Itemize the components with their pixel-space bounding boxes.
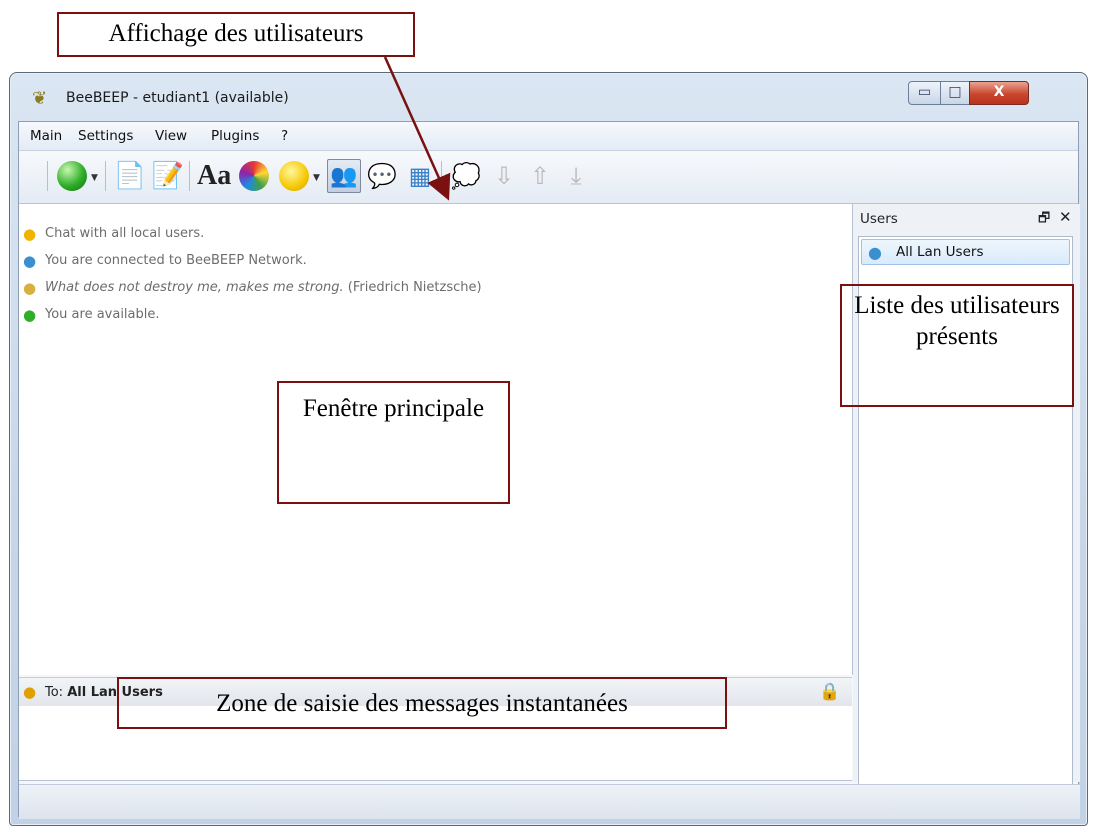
globe-icon: ● bbox=[23, 252, 37, 270]
edit-icon[interactable]: 📝 bbox=[151, 159, 185, 193]
dock-float-icon[interactable]: 🗗 bbox=[1038, 209, 1050, 231]
dock-close-icon[interactable]: ✕ bbox=[1059, 208, 1072, 226]
maximize-button[interactable]: □ bbox=[940, 81, 970, 105]
chat-bubble-icon: ● bbox=[23, 225, 37, 243]
chat-bubble-icon: ● bbox=[23, 683, 37, 701]
check-download-icon[interactable]: ⤓ bbox=[559, 159, 593, 193]
annotation-main-window: Fenêtre principale bbox=[277, 381, 510, 504]
annotation-users-list: Liste des utilisateurs présents bbox=[840, 284, 1074, 407]
quote-author: (Friedrich Nietzsche) bbox=[347, 280, 482, 295]
chat-line-text: Chat with all local users. bbox=[45, 226, 205, 241]
send-file-icon[interactable]: 📄 bbox=[113, 159, 147, 193]
green-dot-icon: ● bbox=[23, 306, 37, 324]
download-icon[interactable]: ⇩ bbox=[487, 159, 521, 193]
toolbar-separator bbox=[105, 161, 106, 191]
emoticon-dropdown-icon[interactable]: ▼ bbox=[313, 173, 320, 183]
menu-help[interactable]: ? bbox=[281, 128, 288, 144]
status-dropdown-icon[interactable]: ▼ bbox=[91, 173, 98, 183]
quote-text: What does not destroy me, makes me stron… bbox=[45, 280, 344, 295]
quote-icon[interactable]: 💭 bbox=[449, 159, 483, 193]
menu-view[interactable]: View bbox=[155, 128, 187, 144]
annotation-users-button: Affichage des utilisateurs bbox=[57, 12, 415, 57]
bee-app-icon: ❦ bbox=[32, 88, 48, 109]
menu-bar: Main Settings View Plugins ? bbox=[19, 122, 1078, 151]
color-icon[interactable] bbox=[237, 159, 271, 193]
menu-main[interactable]: Main bbox=[30, 128, 62, 144]
upload-icon[interactable]: ⇧ bbox=[523, 159, 557, 193]
chat-line: ● Chat with all local users. bbox=[23, 225, 205, 243]
chat-line: ● What does not destroy me, makes me str… bbox=[23, 279, 482, 297]
chat-icon[interactable]: 💬 bbox=[365, 159, 399, 193]
recipient-prefix: To: bbox=[45, 685, 64, 700]
users-dock-title: Users bbox=[860, 211, 898, 227]
user-item-all-lan-users[interactable]: ● All Lan Users bbox=[861, 239, 1070, 265]
chat-line: ● You are available. bbox=[23, 306, 160, 324]
annotation-input-zone: Zone de saisie des messages instantanées bbox=[117, 677, 727, 729]
minimize-button[interactable]: ▭ bbox=[908, 81, 941, 105]
chat-line: ● You are connected to BeeBEEP Network. bbox=[23, 252, 307, 270]
user-item-label: All Lan Users bbox=[896, 244, 984, 260]
emoticon-icon[interactable] bbox=[277, 159, 311, 193]
font-icon[interactable]: Aa bbox=[197, 159, 231, 193]
status-bar bbox=[19, 784, 1080, 819]
users-icon[interactable]: 👥 bbox=[327, 159, 361, 193]
window-title: BeeBEEP - etudiant1 (available) bbox=[66, 90, 289, 106]
status-green-icon[interactable] bbox=[55, 159, 89, 193]
toolbar-separator bbox=[189, 161, 190, 191]
close-button[interactable]: X bbox=[969, 81, 1029, 105]
bee-icon: ● bbox=[23, 279, 37, 297]
title-bar[interactable]: ❦ BeeBEEP - etudiant1 (available) ▭ □ X bbox=[10, 73, 1087, 119]
menu-plugins[interactable]: Plugins bbox=[211, 128, 259, 144]
menu-settings[interactable]: Settings bbox=[78, 128, 133, 144]
toolbar: ▼ 📄 📝 Aa ▼ 👥 💬 ▦ 💭 ⇩ ⇧ ⤓ bbox=[19, 151, 1078, 204]
toolbar-grip bbox=[47, 161, 48, 191]
lock-icon[interactable]: 🔒 bbox=[819, 682, 840, 702]
chat-line-text: You are connected to BeeBEEP Network. bbox=[45, 253, 307, 268]
toolbar-separator bbox=[441, 161, 442, 191]
chat-line-text: You are available. bbox=[45, 307, 160, 322]
globe-icon: ● bbox=[868, 243, 882, 262]
list-icon[interactable]: ▦ bbox=[403, 159, 437, 193]
